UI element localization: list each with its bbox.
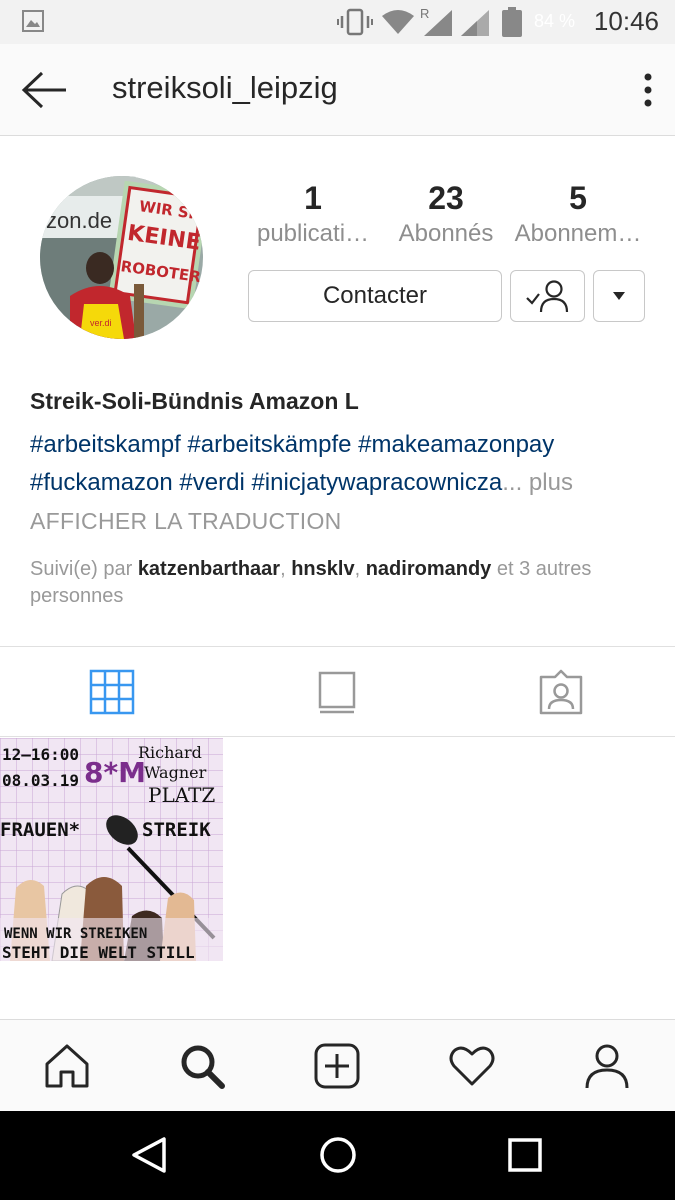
post-headline-left: FRAUEN* bbox=[0, 819, 80, 841]
post-place-line-1: Richard bbox=[138, 743, 202, 762]
suggestions-dropdown-button[interactable] bbox=[593, 270, 645, 322]
vibrate-icon bbox=[337, 8, 373, 36]
see-translation-link[interactable]: AFFICHER LA TRADUCTION bbox=[30, 508, 342, 535]
profile-username: streiksoli_leipzig bbox=[112, 70, 338, 105]
bio-hashtags-line-2[interactable]: #fuckamazon #verdi #inicjatywapracownicz… bbox=[30, 469, 502, 496]
post-place-line-2: Wagner bbox=[144, 763, 207, 782]
follower-name[interactable]: hnsklv bbox=[291, 558, 354, 580]
post-time-text: 12–16:00 bbox=[2, 745, 79, 764]
tagged-icon[interactable] bbox=[538, 669, 584, 715]
post-date-text: 08.03.19 bbox=[2, 771, 79, 790]
followed-separator: , bbox=[354, 558, 366, 580]
bio-hashtags-line-1[interactable]: #arbeitskampf #arbeitskämpfe #makeamazon… bbox=[30, 426, 650, 464]
vest-logo-text: ver.di bbox=[90, 318, 112, 328]
grid-icon[interactable] bbox=[89, 669, 135, 715]
gallery-notification-icon bbox=[22, 10, 44, 32]
contact-button-label: Contacter bbox=[322, 282, 428, 309]
signal-icon bbox=[424, 10, 452, 36]
profile-avatar[interactable]: zon.de WIR SIND KEINE ROBOTER ver.di bbox=[40, 176, 203, 339]
store-sign-text: zon.de bbox=[46, 208, 112, 233]
contact-button[interactable]: Contacter bbox=[248, 270, 502, 322]
profile-display-name: Streik-Soli-Bündnis Amazon L bbox=[30, 388, 359, 414]
follower-name[interactable]: katzenbarthaar bbox=[138, 558, 280, 580]
post-footer-line-2: STEHT DIE WELT STILL bbox=[2, 943, 195, 961]
stat-followers-label: Abonnés bbox=[398, 220, 494, 247]
post-symbol-text: 8*M bbox=[84, 756, 146, 789]
stat-following-count: 5 bbox=[569, 180, 587, 216]
following-button[interactable] bbox=[510, 270, 585, 322]
battery-icon bbox=[502, 7, 522, 37]
caret-down-icon bbox=[613, 292, 625, 300]
stat-followers-count: 23 bbox=[428, 180, 464, 216]
battery-percentage: 84 % bbox=[534, 11, 576, 31]
profile-tabs bbox=[0, 646, 675, 737]
back-arrow-icon[interactable] bbox=[20, 70, 68, 110]
wifi-icon bbox=[382, 10, 414, 34]
system-back-icon[interactable] bbox=[130, 1135, 170, 1175]
app-bar: streiksoli_leipzig bbox=[0, 44, 675, 136]
home-icon[interactable] bbox=[43, 1042, 91, 1090]
stat-posts-label: publicati… bbox=[256, 220, 370, 247]
feed-icon[interactable] bbox=[314, 669, 360, 715]
followed-separator: , bbox=[280, 558, 292, 580]
signal-icon-2 bbox=[461, 10, 489, 36]
heart-icon[interactable] bbox=[448, 1042, 496, 1090]
profile-icon[interactable] bbox=[583, 1042, 631, 1090]
followed-by-prefix: Suivi(e) par bbox=[30, 558, 138, 580]
followed-by-text[interactable]: Suivi(e) par katzenbarthaar, hnsklv, nad… bbox=[30, 556, 650, 610]
post-place-line-3: PLATZ bbox=[148, 783, 215, 807]
stat-followers[interactable]: 23 Abonnés bbox=[381, 178, 511, 250]
add-post-icon[interactable] bbox=[313, 1042, 361, 1090]
more-options-icon[interactable] bbox=[643, 72, 653, 108]
clock: 10:46 bbox=[593, 6, 659, 36]
bio-ellipsis: ... bbox=[502, 469, 523, 496]
system-home-icon[interactable] bbox=[318, 1135, 358, 1175]
profile-bio: #arbeitskampf #arbeitskämpfe #makeamazon… bbox=[30, 426, 650, 502]
post-headline-right: STREIK bbox=[142, 819, 211, 841]
follower-name[interactable]: nadiromandy bbox=[366, 558, 492, 580]
post-image: 12–16:00 08.03.19 8*M Richard Wagner PLA… bbox=[0, 738, 223, 961]
bio-more-link[interactable]: plus bbox=[529, 469, 573, 496]
status-bar: R 84 % 10:46 bbox=[0, 0, 675, 44]
user-check-icon bbox=[525, 280, 568, 313]
stat-posts-count: 1 bbox=[304, 180, 322, 216]
avatar-photo: zon.de WIR SIND KEINE ROBOTER ver.di bbox=[40, 176, 203, 339]
post-footer-line-1: WENN WIR STREIKEN bbox=[4, 926, 147, 942]
stat-posts[interactable]: 1 publicati… bbox=[248, 178, 378, 250]
system-navigation-bar bbox=[0, 1111, 675, 1200]
post-thumbnail[interactable]: 12–16:00 08.03.19 8*M Richard Wagner PLA… bbox=[0, 738, 223, 961]
system-recents-icon[interactable] bbox=[505, 1135, 545, 1175]
bottom-navigation bbox=[0, 1019, 675, 1111]
search-icon[interactable] bbox=[178, 1042, 226, 1090]
stat-following-label: Abonnem… bbox=[514, 220, 642, 247]
stat-following[interactable]: 5 Abonnem… bbox=[513, 178, 643, 250]
